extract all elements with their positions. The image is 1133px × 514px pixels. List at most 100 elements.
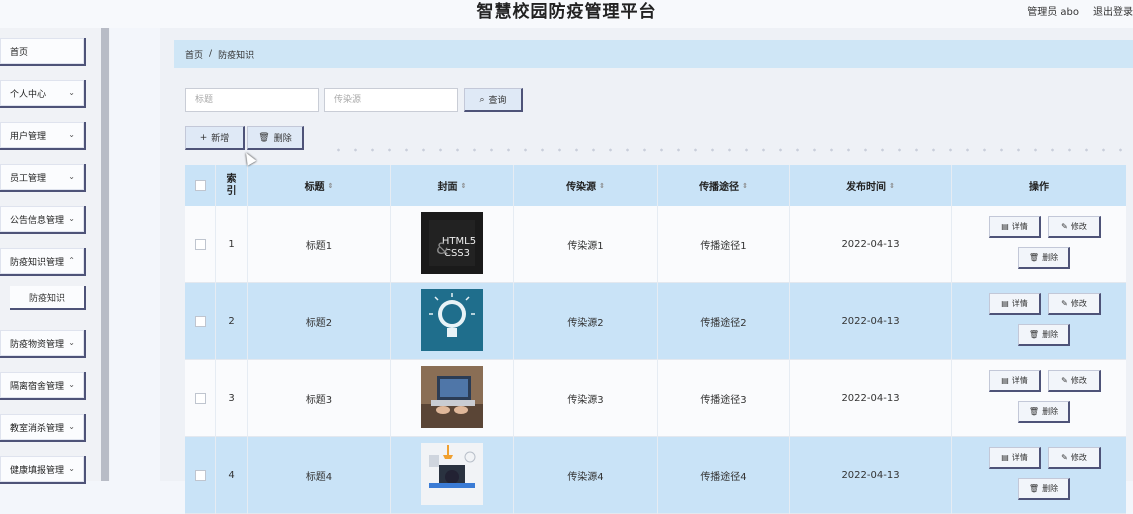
- sidebar-scrollbar[interactable]: [101, 28, 109, 481]
- delete-button[interactable]: 🗑 删除: [1018, 247, 1070, 269]
- edit-button-label: 修改: [1070, 299, 1087, 308]
- row-actions: ▤ 详情 ✎ 修改 🗑 删除: [989, 293, 1101, 357]
- add-button-label: 新增: [211, 134, 230, 144]
- breadcrumb: 首页 / 防疫知识: [174, 40, 1133, 68]
- document-icon: ▤: [1001, 376, 1009, 385]
- delete-button-label: 删除: [1042, 330, 1059, 339]
- sidebar-item-health-report[interactable]: 健康填报管理 ⌄: [0, 456, 86, 484]
- sidebar-item-supplies-management[interactable]: 防疫物资管理 ⌄: [0, 330, 86, 358]
- sidebar-item-home[interactable]: 首页: [0, 38, 86, 66]
- title-search-input[interactable]: 标题: [185, 88, 319, 112]
- sidebar-item-label: 隔离宿舍管理: [10, 381, 65, 392]
- chevron-down-icon: ⌄: [68, 130, 75, 139]
- header-time[interactable]: 发布时间 ⇕: [790, 165, 952, 206]
- detail-button[interactable]: ▤ 详情: [989, 370, 1041, 392]
- delete-button-label: 删除: [273, 134, 292, 144]
- source-cell: 传染源1: [514, 206, 658, 283]
- cover-cell: [391, 360, 514, 437]
- header-time-label: 发布时间: [846, 182, 887, 193]
- table-row: 1 标题1 HTML5 CSS3 & 传染源1 传播途径1 2022-04-13 ▤ 详情 ✎ 修改 🗑…: [185, 206, 1126, 283]
- detail-button-label: 详情: [1011, 453, 1028, 462]
- header-cover-label: 封面: [437, 182, 458, 193]
- trash-icon: 🗑: [1028, 407, 1040, 416]
- detail-button[interactable]: ▤ 详情: [989, 447, 1041, 469]
- sidebar-subitem-knowledge[interactable]: 防疫知识: [10, 286, 86, 310]
- edit-button[interactable]: ✎ 修改: [1048, 216, 1101, 238]
- delete-button[interactable]: 🗑 删除: [1018, 478, 1070, 500]
- index-cell: 4: [216, 437, 248, 514]
- app-title: 智慧校园防疫管理平台: [476, 2, 657, 22]
- logout-link[interactable]: 退出登录: [1093, 3, 1133, 18]
- breadcrumb-separator: /: [209, 49, 213, 59]
- chevron-down-icon: ⌄: [68, 88, 75, 97]
- sidebar-item-user-management[interactable]: 用户管理 ⌄: [0, 122, 86, 150]
- trash-icon: 🗑: [258, 132, 270, 143]
- edit-button[interactable]: ✎ 修改: [1048, 447, 1101, 469]
- sort-icon: ⇕: [889, 181, 895, 190]
- header-route[interactable]: 传播途径 ⇕: [658, 165, 790, 206]
- sidebar-item-quarantine-dorm[interactable]: 隔离宿舍管理 ⌄: [0, 372, 86, 400]
- sidebar-item-label: 防疫知识管理: [10, 257, 65, 268]
- delete-button[interactable]: 🗑 删除: [1018, 401, 1070, 423]
- sort-icon: ⇕: [599, 181, 605, 190]
- sort-icon: ⇕: [327, 181, 334, 190]
- delete-button[interactable]: 🗑 删除: [1018, 324, 1070, 346]
- header-cover[interactable]: 封面 ⇕: [391, 165, 514, 206]
- cover-image: [421, 289, 483, 354]
- source-cell: 传染源2: [514, 283, 658, 360]
- search-icon: ⌕: [479, 94, 485, 105]
- row-actions: ▤ 详情 ✎ 修改 🗑 删除: [989, 370, 1101, 434]
- delete-button-label: 删除: [1042, 484, 1059, 493]
- pencil-icon: ✎: [1061, 299, 1068, 308]
- sidebar-item-notice-management[interactable]: 公告信息管理 ⌄: [0, 206, 86, 234]
- checkbox[interactable]: [194, 393, 206, 404]
- sidebar-item-staff-management[interactable]: 员工管理 ⌄: [0, 164, 86, 192]
- time-cell: 2022-04-13: [790, 283, 952, 360]
- search-button[interactable]: ⌕ 查询: [464, 88, 523, 112]
- header-title[interactable]: 标题 ⇕: [248, 165, 391, 206]
- edit-button[interactable]: ✎ 修改: [1048, 370, 1101, 392]
- chevron-down-icon: ⌄: [68, 338, 75, 347]
- chevron-down-icon: ⌄: [68, 172, 75, 181]
- table-row: 3 标题3 传染源3 传播途径3 2022-04-13 ▤ 详情 ✎ 修改 🗑 删除: [185, 360, 1126, 437]
- edit-button-label: 修改: [1070, 222, 1087, 231]
- checkbox[interactable]: [194, 316, 206, 327]
- edit-button-label: 修改: [1070, 453, 1087, 462]
- user-area: 管理员 abo 退出登录: [1027, 3, 1133, 18]
- route-cell: 传播途径4: [658, 437, 790, 514]
- detail-button-label: 详情: [1011, 299, 1028, 308]
- cover-cell: HTML5 CSS3 &: [391, 206, 514, 283]
- source-search-input[interactable]: 传染源: [324, 88, 458, 112]
- decorative-dots: [330, 148, 1130, 152]
- bulk-delete-button[interactable]: 🗑 删除: [247, 126, 304, 150]
- header-source[interactable]: 传染源 ⇕: [514, 165, 658, 206]
- detail-button[interactable]: ▤ 详情: [989, 293, 1041, 315]
- time-cell: 2022-04-13: [790, 360, 952, 437]
- detail-button-label: 详情: [1011, 222, 1028, 231]
- checkbox[interactable]: [194, 180, 206, 191]
- title-cell: 标题2: [248, 283, 391, 360]
- detail-button[interactable]: ▤ 详情: [989, 216, 1041, 238]
- row-actions: ▤ 详情 ✎ 修改 🗑 删除: [989, 216, 1101, 280]
- add-button[interactable]: + 新增: [185, 126, 245, 150]
- edit-button-label: 修改: [1070, 376, 1087, 385]
- checkbox[interactable]: [194, 239, 206, 250]
- header-select-all[interactable]: [185, 165, 216, 206]
- sidebar-item-knowledge-management[interactable]: 防疫知识管理 ⌃: [0, 248, 86, 276]
- sidebar-item-label: 健康填报管理: [10, 465, 65, 476]
- ops-cell: ▤ 详情 ✎ 修改 🗑 删除: [952, 437, 1126, 514]
- search-button-label: 查询: [488, 96, 507, 106]
- sidebar-item-classroom-disinfection[interactable]: 教室消杀管理 ⌄: [0, 414, 86, 442]
- time-cell: 2022-04-13: [790, 206, 952, 283]
- trash-icon: 🗑: [1028, 330, 1040, 339]
- plus-icon: +: [199, 132, 208, 143]
- breadcrumb-home[interactable]: 首页: [185, 48, 203, 61]
- sidebar-item-personal-center[interactable]: 个人中心 ⌄: [0, 80, 86, 108]
- header-ops: 操作: [1029, 182, 1049, 193]
- edit-button[interactable]: ✎ 修改: [1048, 293, 1101, 315]
- svg-text:&: &: [436, 239, 448, 258]
- document-icon: ▤: [1001, 299, 1009, 308]
- cover-image: [421, 366, 483, 431]
- document-icon: ▤: [1001, 222, 1009, 231]
- checkbox[interactable]: [194, 470, 206, 481]
